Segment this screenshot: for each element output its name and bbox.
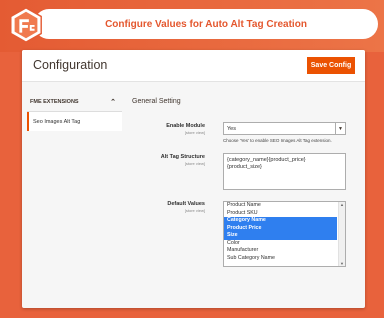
save-config-button[interactable]: Save Config: [307, 57, 355, 74]
sidebar-item-label: Seo Images Alt Tag: [33, 118, 81, 125]
enable-module-value: Yes: [227, 125, 236, 132]
alt-tag-structure-line1: {category_name}{product_price}: [227, 157, 306, 163]
enable-module-note: Choose 'Yes' to enable SEO Images Alt Ta…: [223, 138, 332, 143]
option-product-price[interactable]: Product Price: [224, 224, 337, 232]
section-title: General Setting: [132, 98, 181, 105]
alt-tag-structure-scope: [store view]: [184, 161, 205, 166]
option-category-name[interactable]: Category Name: [224, 217, 337, 225]
page-actions-bar: Configuration Save Config: [22, 50, 365, 82]
option-product-name[interactable]: Product Name: [224, 202, 337, 210]
chevron-up-icon: ⌃: [110, 98, 116, 106]
default-values-multiselect[interactable]: Product Name Product SKU Category Name P…: [223, 201, 346, 267]
chevron-down-icon: ▼: [335, 123, 345, 134]
enable-module-select[interactable]: Yes ▼: [223, 122, 346, 135]
sidebar-group-fme-extensions[interactable]: FME EXTENSIONS ⌃: [27, 92, 122, 112]
general-setting-section: General Setting Enable Module [store vie…: [132, 98, 357, 267]
enable-module-label: Enable Module [store view]: [120, 123, 205, 135]
alt-tag-structure-label: Alt Tag Structure [store view]: [120, 154, 205, 166]
alt-tag-structure-line2: {product_size}: [227, 164, 262, 171]
option-manufacturer[interactable]: Manufacturer: [224, 247, 337, 255]
scroll-down-icon[interactable]: ▼: [340, 261, 344, 266]
page-title: Configuration: [33, 58, 108, 72]
banner-title: Configure Values for Auto Alt Tag Creati…: [34, 9, 378, 39]
default-values-label: Default Values [store view]: [120, 201, 205, 213]
option-size[interactable]: Size: [224, 232, 337, 240]
scroll-up-icon[interactable]: ▲: [340, 202, 344, 207]
option-color[interactable]: Color: [224, 240, 337, 248]
multiselect-scrollbar[interactable]: ▲ ▼: [338, 202, 345, 266]
config-sidebar: FME EXTENSIONS ⌃ Seo Images Alt Tag: [27, 92, 122, 131]
option-product-sku[interactable]: Product SKU: [224, 210, 337, 218]
fme-logo-icon: [10, 7, 42, 43]
option-sub-category-name[interactable]: Sub Category Name: [224, 255, 337, 263]
header-banner: Configure Values for Auto Alt Tag Creati…: [0, 0, 384, 52]
sidebar-item-seo-images-alt-tag[interactable]: Seo Images Alt Tag: [27, 112, 122, 131]
default-values-scope: [store view]: [184, 208, 205, 213]
enable-module-scope: [store view]: [184, 130, 205, 135]
alt-tag-structure-textarea[interactable]: {category_name}{product_price} {product_…: [223, 153, 346, 190]
sidebar-group-label: FME EXTENSIONS: [30, 98, 79, 105]
configuration-card: Configuration Save Config FME EXTENSIONS…: [22, 50, 365, 308]
